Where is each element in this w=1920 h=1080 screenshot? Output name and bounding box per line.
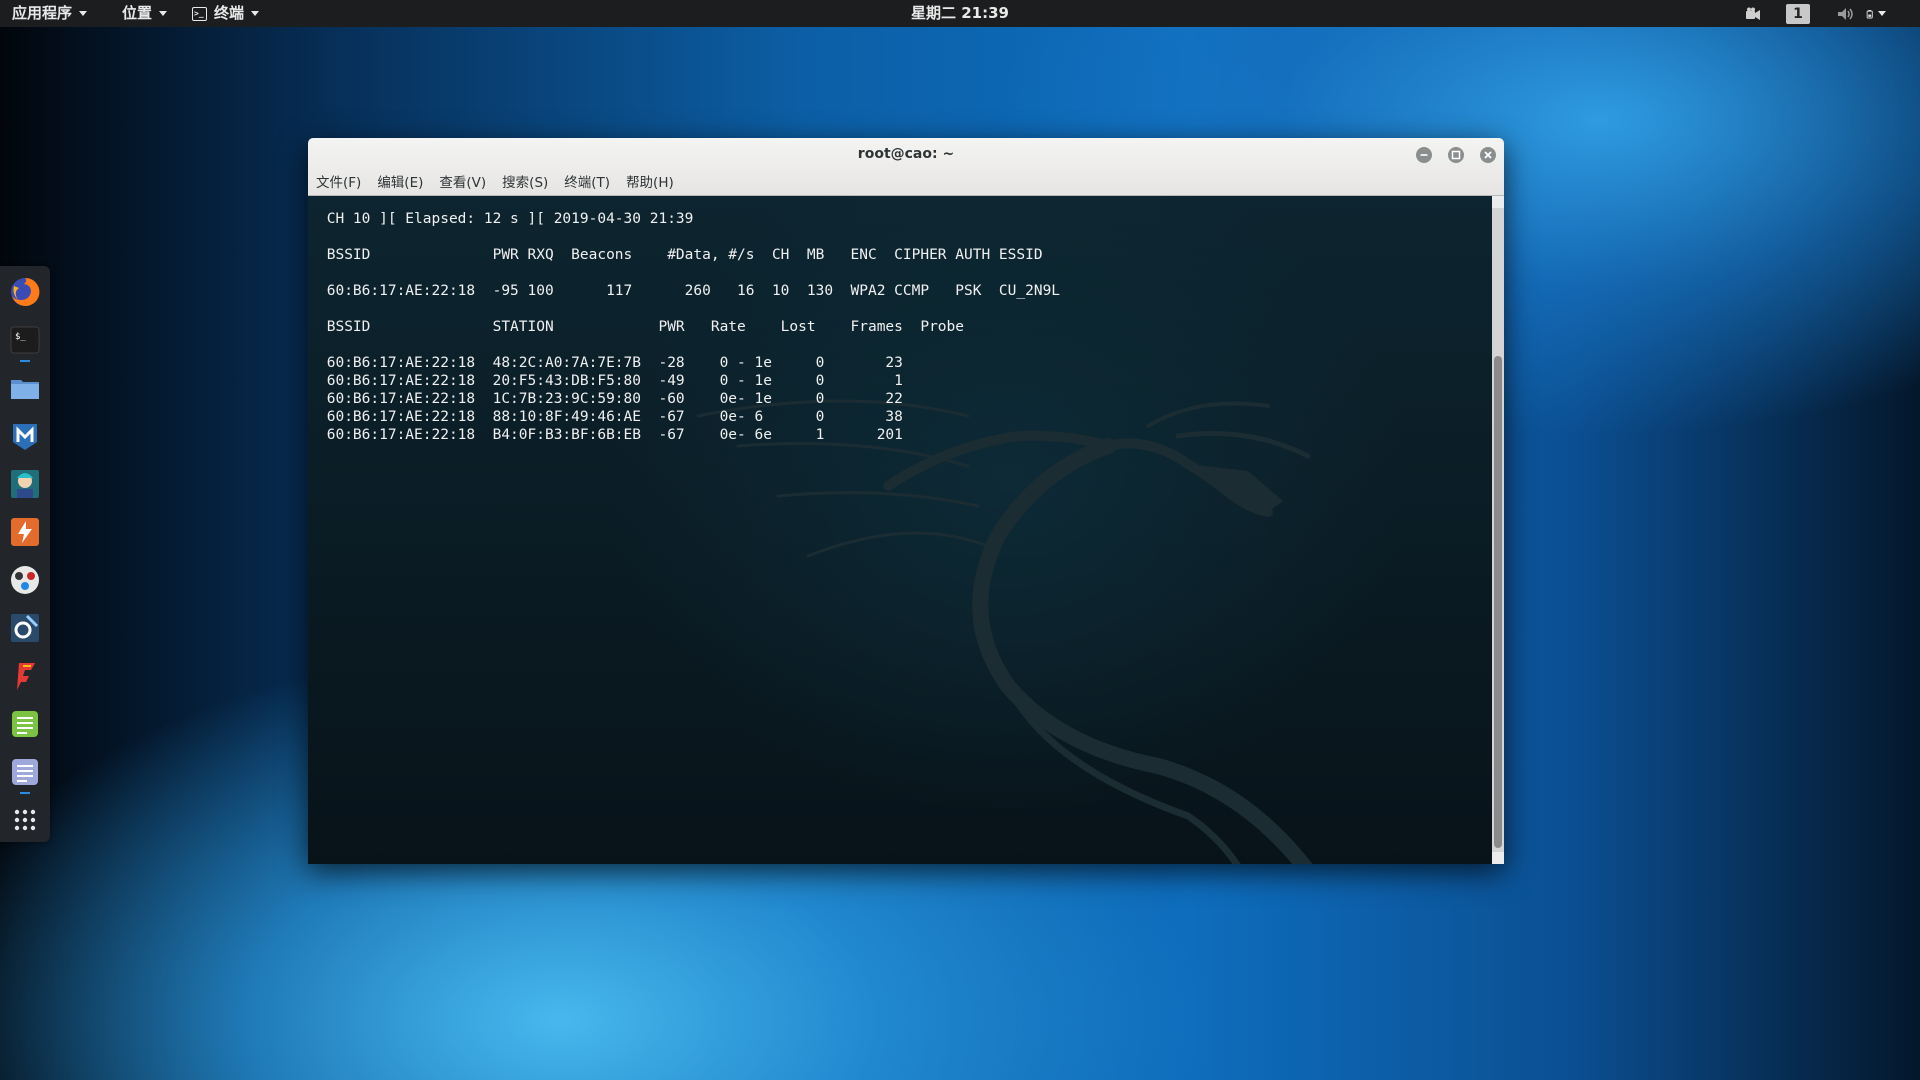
workspace-indicator: 1: [1786, 3, 1810, 24]
applications-menu[interactable]: 应用程序: [12, 0, 88, 27]
burpsuite-icon[interactable]: [9, 516, 41, 548]
terminal-output-area[interactable]: CH 10 ][ Elapsed: 12 s ][ 2019-04-30 21:…: [308, 196, 1492, 864]
menubar: 文件(F) 编辑(E) 查看(V) 搜索(S) 终端(T) 帮助(H): [316, 173, 690, 193]
terminal-line: 60:B6:17:AE:22:18 88:10:8F:49:46:AE -67 …: [318, 409, 903, 425]
running-indicator: [20, 360, 30, 362]
menu-terminal[interactable]: 终端(T): [564, 173, 610, 193]
menu-view[interactable]: 查看(V): [439, 173, 486, 193]
beef-icon[interactable]: [9, 612, 41, 644]
terminal-line: 60:B6:17:AE:22:18 20:F5:43:DB:F5:80 -49 …: [318, 373, 903, 389]
window-title: root@cao: ~: [857, 146, 955, 162]
top-panel: 应用程序 位置 >_ 终端 星期二 21:39 1: [0, 0, 1920, 27]
terminal-line: 60:B6:17:AE:22:18 1C:7B:23:9C:59:80 -60 …: [318, 391, 903, 407]
armitage-icon[interactable]: [9, 468, 41, 500]
scroll-down-arrow[interactable]: [1492, 852, 1504, 864]
terminal-line: 60:B6:17:AE:22:18 48:2C:A0:7A:7E:7B -28 …: [318, 355, 903, 371]
show-applications-icon[interactable]: [9, 804, 41, 836]
scrollbar[interactable]: [1492, 196, 1504, 864]
maximize-button[interactable]: [1448, 147, 1464, 163]
menu-help[interactable]: 帮助(H): [626, 173, 674, 193]
maximize-icon: [1451, 150, 1461, 160]
terminal-line: BSSID PWR RXQ Beacons #Data, #/s CH MB E…: [318, 247, 1043, 263]
maltego-icon[interactable]: [9, 564, 41, 596]
running-indicator: [20, 792, 30, 794]
chevron-down-icon: [159, 11, 168, 16]
terminal-icon: >_: [192, 6, 207, 21]
firefox-icon[interactable]: [9, 276, 41, 308]
scrollbar-thumb[interactable]: [1494, 356, 1502, 848]
menu-file[interactable]: 文件(F): [316, 173, 361, 193]
terminal-window: root@cao: ~ 文件(F) 编辑(E) 查看(V) 搜索(S) 终端(T…: [308, 138, 1504, 864]
faraday-icon[interactable]: [9, 660, 41, 692]
places-menu-label: 位置: [122, 4, 153, 22]
terminal-line: BSSID STATION PWR Rate Lost Frames Probe: [318, 319, 965, 335]
text-editor-icon[interactable]: [9, 756, 41, 788]
places-menu[interactable]: 位置: [122, 0, 168, 27]
minimize-button[interactable]: [1416, 147, 1432, 163]
terminal-line: CH 10 ][ Elapsed: 12 s ][ 2019-04-30 21:…: [318, 211, 694, 227]
minimize-icon: [1420, 154, 1428, 156]
leafpad-icon[interactable]: [9, 708, 41, 740]
volume-icon[interactable]: [1836, 0, 1856, 27]
terminal-app-menu-label: 终端: [214, 4, 245, 22]
menu-search[interactable]: 搜索(S): [502, 173, 548, 193]
dock: $_: [0, 266, 50, 842]
terminal-icon[interactable]: $_: [9, 324, 41, 356]
window-titlebar[interactable]: root@cao: ~ 文件(F) 编辑(E) 查看(V) 搜索(S) 终端(T…: [308, 138, 1504, 196]
terminal-line: 60:B6:17:AE:22:18 -95 100 117 260 16 10 …: [318, 283, 1061, 299]
menu-edit[interactable]: 编辑(E): [377, 173, 423, 193]
chevron-down-icon: [79, 11, 88, 16]
svg-text:$_: $_: [15, 332, 26, 342]
close-button[interactable]: [1480, 147, 1496, 163]
terminal-app-menu[interactable]: >_ 终端: [192, 0, 260, 27]
camera-icon[interactable]: [1742, 0, 1764, 27]
metasploit-icon[interactable]: [9, 420, 41, 452]
chevron-down-icon: [251, 11, 260, 16]
power-menu[interactable]: [1866, 0, 1886, 27]
battery-icon: [1866, 9, 1873, 18]
close-icon: [1484, 151, 1492, 159]
terminal-text: CH 10 ][ Elapsed: 12 s ][ 2019-04-30 21:…: [318, 210, 1060, 444]
files-icon[interactable]: [9, 372, 41, 404]
scroll-up-arrow[interactable]: [1492, 196, 1504, 208]
chevron-down-icon: [1878, 11, 1886, 16]
workspace-switcher[interactable]: 1: [1786, 0, 1810, 27]
terminal-line: 60:B6:17:AE:22:18 B4:0F:B3:BF:6B:EB -67 …: [318, 427, 903, 443]
applications-menu-label: 应用程序: [12, 4, 73, 22]
clock[interactable]: 星期二 21:39: [911, 4, 1009, 22]
